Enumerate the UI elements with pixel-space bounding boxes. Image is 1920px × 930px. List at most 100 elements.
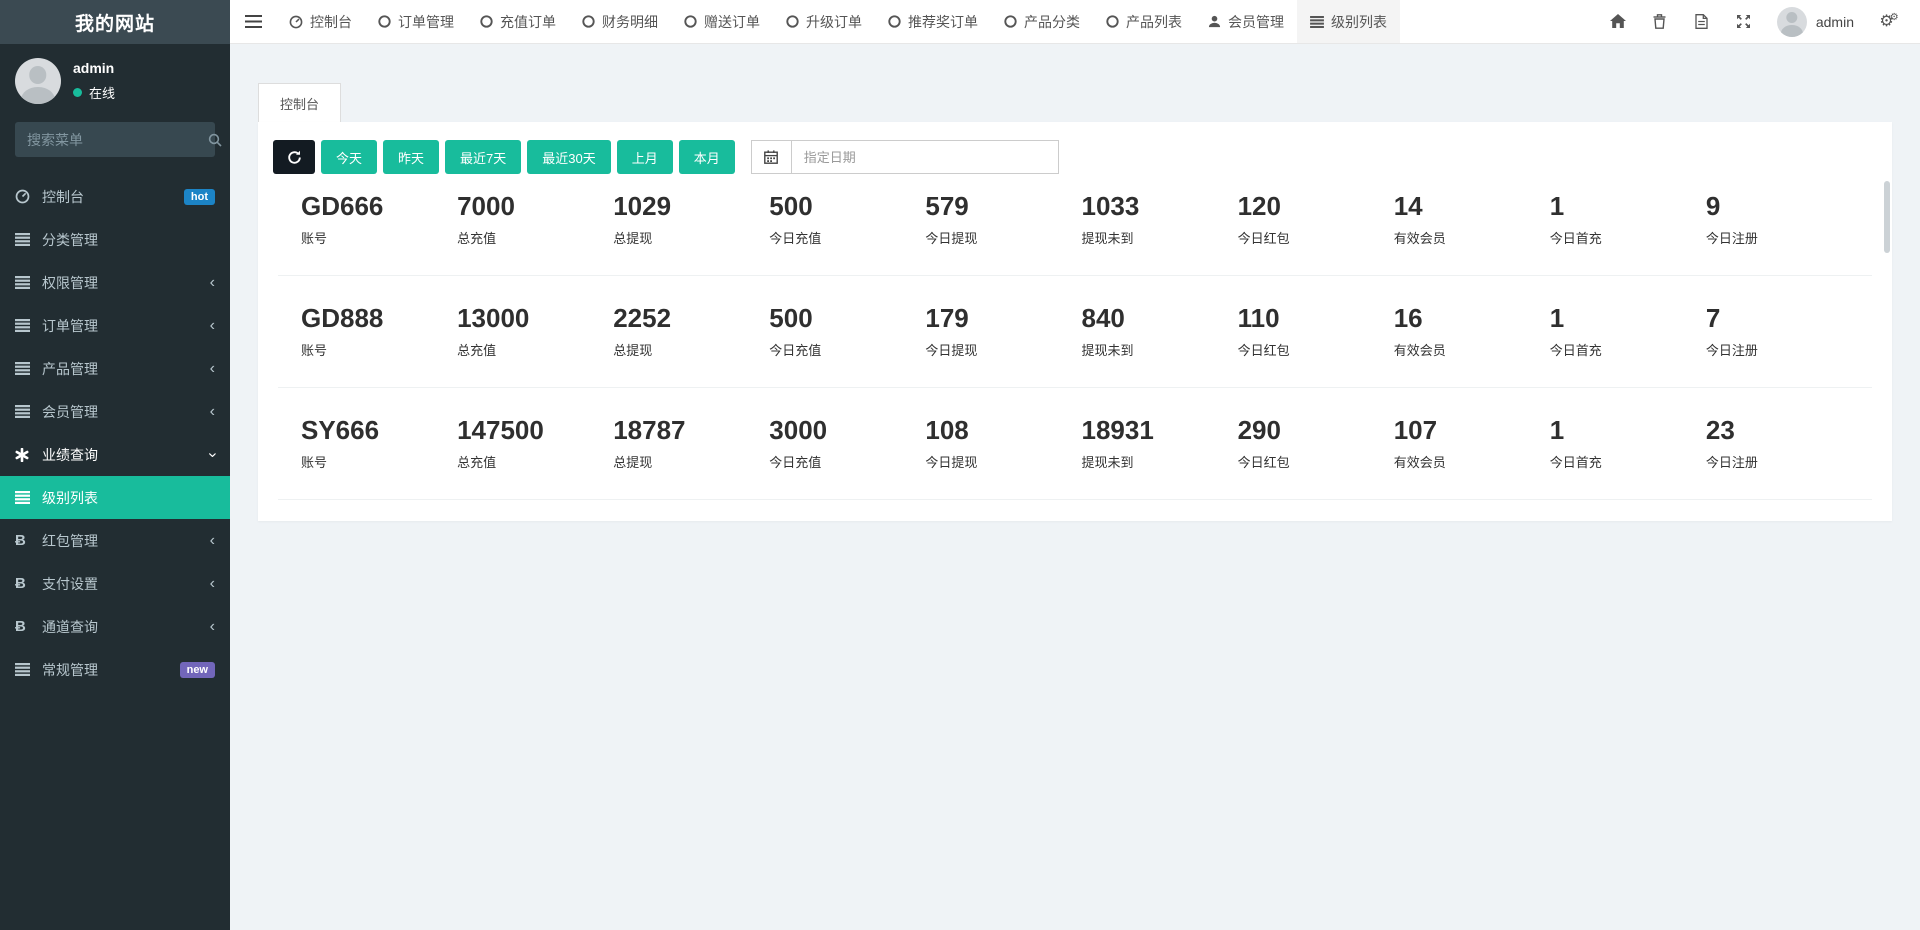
top-navbar: 控制台 订单管理 充值订单 财务明细 (230, 0, 1920, 44)
sidebar-item-channel[interactable]: Ƀ 通道查询 ‹ (0, 605, 230, 648)
stat-value: 579 (925, 193, 1081, 219)
list-icon (15, 405, 42, 418)
stat-label: 今日红包 (1238, 452, 1394, 471)
stat-cell: 107 有效会员 (1394, 417, 1550, 471)
stat-value: 290 (1238, 417, 1394, 443)
hamburger-menu-icon[interactable] (230, 0, 276, 43)
sidebar-item-label: 产品管理 (42, 359, 98, 379)
list-icon (15, 491, 42, 504)
sidebar-item-dashboard[interactable]: 控制台 hot (0, 175, 230, 218)
sidebar-item-level-list[interactable]: 级别列表 (0, 476, 230, 519)
stat-value: 500 (769, 193, 925, 219)
stat-cell: 13000总充值 (457, 305, 613, 359)
stat-label: 账号 (301, 228, 457, 247)
stat-label: 账号 (301, 340, 457, 359)
stat-label: 有效会员 (1394, 452, 1550, 471)
stat-value: 7 (1706, 305, 1862, 331)
sidebar-item-product[interactable]: 产品管理 ‹ (0, 347, 230, 390)
tab-upgrade-orders[interactable]: 升级订单 (773, 0, 875, 43)
sidebar-item-label: 控制台 (42, 187, 84, 207)
stat-value: 7000 (457, 193, 613, 219)
stat-cell: SY666账号 (301, 417, 457, 471)
stat-label: 有效会员 (1394, 228, 1550, 247)
navbar-avatar[interactable] (1777, 7, 1807, 37)
tab-dashboard[interactable]: 控制台 (276, 0, 365, 43)
circle-icon (480, 15, 493, 28)
stat-value: 1029 (613, 193, 769, 219)
stat-label: 今日红包 (1238, 340, 1394, 359)
settings-icon[interactable]: ⚙⚙ (1874, 0, 1904, 44)
sidebar-item-label: 业绩查询 (42, 445, 98, 465)
chevron-left-icon: ‹ (210, 619, 215, 635)
tab-label: 产品分类 (1024, 12, 1080, 32)
circle-icon (582, 15, 595, 28)
stat-cell: 18931提现未到 (1082, 417, 1238, 471)
stat-value: 18931 (1082, 417, 1238, 443)
stat-value: SY666 (301, 417, 457, 443)
tab-member-manage[interactable]: 会员管理 (1195, 0, 1297, 43)
stat-cell: 1 今日首充 (1550, 417, 1706, 471)
chevron-left-icon: ‹ (210, 533, 215, 549)
tab-recharge-orders[interactable]: 充值订单 (467, 0, 569, 43)
sidebar-item-payment[interactable]: Ƀ 支付设置 ‹ (0, 562, 230, 605)
home-icon[interactable] (1597, 0, 1639, 44)
sidebar-item-member[interactable]: 会员管理 ‹ (0, 390, 230, 433)
sidebar-item-performance[interactable]: 业绩查询 ‹ (0, 433, 230, 476)
tab-finance-detail[interactable]: 财务明细 (569, 0, 671, 43)
bitcoin-icon: Ƀ (15, 532, 42, 549)
stat-value: 1033 (1082, 193, 1238, 219)
stat-value: 1 (1550, 417, 1706, 443)
search-input[interactable] (27, 132, 208, 148)
stat-cell: 108今日提现 (925, 417, 1081, 471)
sidebar-item-label: 级别列表 (42, 488, 98, 508)
stat-value: 107 (1394, 417, 1550, 443)
new-badge: new (180, 662, 215, 678)
sidebar-item-order[interactable]: 订单管理 ‹ (0, 304, 230, 347)
tab-product-category[interactable]: 产品分类 (991, 0, 1093, 43)
topnav-tabs: 控制台 订单管理 充值订单 财务明细 (276, 0, 1400, 43)
asterisk-icon (15, 448, 42, 462)
stat-value: 108 (925, 417, 1081, 443)
sidebar-item-permission[interactable]: 权限管理 ‹ (0, 261, 230, 304)
list-icon (15, 319, 42, 332)
circle-icon (378, 15, 391, 28)
stat-label: 今日充值 (769, 228, 925, 247)
tab-product-list[interactable]: 产品列表 (1093, 0, 1195, 43)
stat-value: 1 (1550, 305, 1706, 331)
tab-label: 财务明细 (602, 12, 658, 32)
sidebar-item-label: 权限管理 (42, 273, 98, 293)
stat-value: 13000 (457, 305, 613, 331)
tab-label: 推荐奖订单 (908, 12, 978, 32)
chevron-left-icon: ‹ (210, 318, 215, 334)
navbar-username[interactable]: admin (1816, 14, 1854, 30)
stat-cell: 14有效会员 (1394, 193, 1550, 247)
content-tab-dashboard[interactable]: 控制台 (258, 83, 341, 122)
user-avatar (15, 58, 61, 104)
fullscreen-icon[interactable] (1723, 0, 1765, 44)
stat-cell: 16有效会员 (1394, 305, 1550, 359)
sidebar-item-label: 会员管理 (42, 402, 98, 422)
tab-gift-orders[interactable]: 赠送订单 (671, 0, 773, 43)
stat-cell: 9今日注册 (1706, 193, 1862, 247)
stat-label: 今日注册 (1706, 452, 1862, 471)
stat-row: GD666账号7000总充值1029总提现500今日充值579今日提现1033提… (258, 164, 1892, 276)
list-icon (15, 233, 42, 246)
sidebar-item-general[interactable]: 常规管理 new (0, 648, 230, 691)
stat-cell: GD888账号 (301, 305, 457, 359)
document-icon[interactable] (1681, 0, 1723, 44)
stat-value: 110 (1238, 305, 1394, 331)
tab-label: 级别列表 (1331, 12, 1387, 32)
sidebar-item-category[interactable]: 分类管理 (0, 218, 230, 261)
tab-label: 会员管理 (1228, 12, 1284, 32)
dashboard-icon (15, 189, 42, 204)
tab-order-manage[interactable]: 订单管理 (365, 0, 467, 43)
stat-label: 总提现 (613, 452, 769, 471)
tab-level-list[interactable]: 级别列表 (1297, 0, 1400, 43)
stat-cell: 147500总充值 (457, 417, 613, 471)
scrollbar-thumb[interactable] (1884, 181, 1890, 253)
stat-label: 今日首充 (1550, 452, 1706, 471)
tab-label: 赠送订单 (704, 12, 760, 32)
trash-icon[interactable] (1639, 0, 1681, 44)
sidebar-item-redpacket[interactable]: Ƀ 红包管理 ‹ (0, 519, 230, 562)
tab-referral-orders[interactable]: 推荐奖订单 (875, 0, 991, 43)
